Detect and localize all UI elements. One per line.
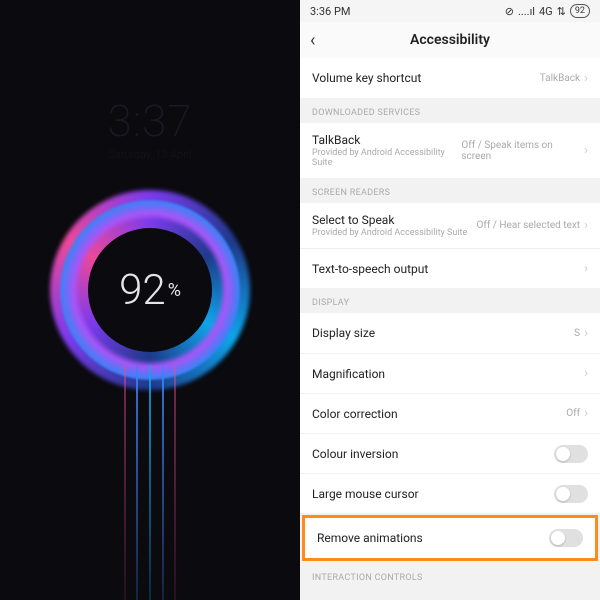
- network-label: 4G: [539, 5, 553, 18]
- row-colour-inversion[interactable]: Colour inversion: [300, 433, 600, 473]
- data-arrows-icon: ⇅: [557, 5, 566, 18]
- row-select-to-speak[interactable]: Select to Speak Provided by Android Acce…: [300, 203, 600, 248]
- battery-percent: 92: [119, 266, 166, 315]
- charging-stem: [124, 365, 176, 600]
- row-large-mouse-cursor[interactable]: Large mouse cursor: [300, 473, 600, 513]
- section-display: DISPLAY: [300, 288, 600, 313]
- row-volume-key-shortcut[interactable]: Volume key shortcut TalkBack›: [300, 58, 600, 98]
- toggle-remove-animations[interactable]: [549, 529, 583, 547]
- chevron-right-icon: ›: [584, 261, 588, 276]
- page-title: Accessibility: [410, 32, 490, 48]
- header: ‹ Accessibility: [300, 22, 600, 58]
- row-remove-animations[interactable]: Remove animations: [305, 518, 595, 558]
- dnd-icon: ⊘: [505, 5, 514, 18]
- section-interaction-controls: INTERACTION CONTROLS: [300, 563, 600, 588]
- lock-time: 3:37: [107, 95, 192, 147]
- status-time: 3:36 PM: [310, 5, 350, 18]
- settings-list[interactable]: Volume key shortcut TalkBack› DOWNLOADED…: [300, 58, 600, 600]
- lock-date: Saturday, 13 April: [108, 148, 192, 161]
- percent-sign: %: [168, 280, 181, 301]
- highlight-remove-animations: Remove animations: [302, 515, 598, 561]
- section-downloaded-services: DOWNLOADED SERVICES: [300, 98, 600, 123]
- row-magnification[interactable]: Magnification ›: [300, 353, 600, 393]
- chevron-right-icon: ›: [584, 366, 588, 381]
- back-button[interactable]: ‹: [310, 30, 315, 51]
- settings-screen: 3:36 PM ⊘ ....ıl 4G ⇅ 92 ‹ Accessibility…: [300, 0, 600, 600]
- status-bar: 3:36 PM ⊘ ....ıl 4G ⇅ 92: [300, 0, 600, 22]
- toggle-large-cursor[interactable]: [554, 485, 588, 503]
- chevron-right-icon: ›: [584, 406, 588, 421]
- battery-pill: 92: [570, 4, 590, 18]
- row-display-size[interactable]: Display size S›: [300, 313, 600, 353]
- row-talkback[interactable]: TalkBack Provided by Android Accessibili…: [300, 123, 600, 178]
- charging-ring: 92%: [50, 190, 250, 390]
- row-text-to-speech[interactable]: Text-to-speech output ›: [300, 248, 600, 288]
- chevron-right-icon: ›: [584, 143, 588, 158]
- signal-icon: ....ıl: [518, 5, 535, 18]
- lock-screen: 3:37 Saturday, 13 April 92%: [0, 0, 300, 600]
- toggle-colour-inversion[interactable]: [554, 445, 588, 463]
- chevron-right-icon: ›: [584, 326, 588, 341]
- chevron-right-icon: ›: [584, 218, 588, 233]
- row-color-correction[interactable]: Color correction Off›: [300, 393, 600, 433]
- chevron-right-icon: ›: [584, 71, 588, 86]
- section-screen-readers: SCREEN READERS: [300, 178, 600, 203]
